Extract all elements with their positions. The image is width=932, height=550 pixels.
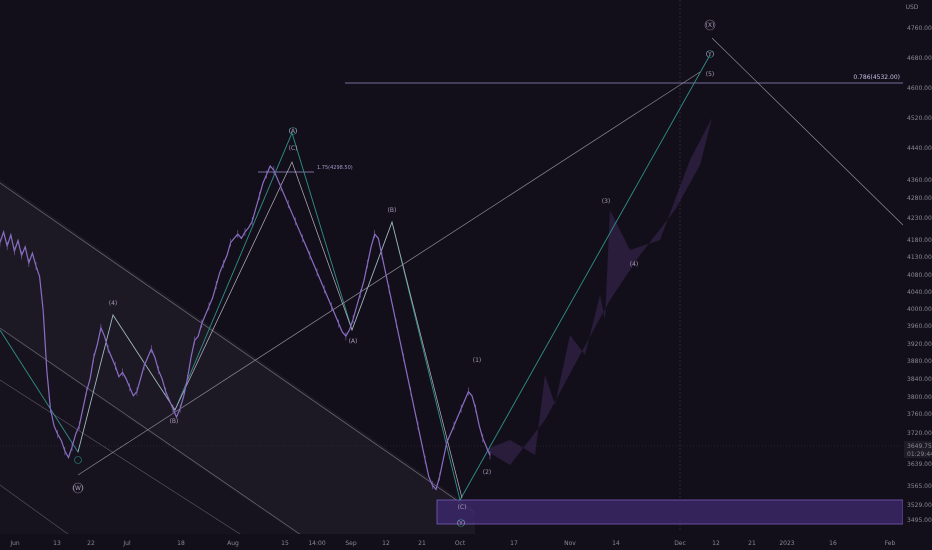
y-tick-7: 3800.00 — [907, 394, 932, 401]
x-tick-8: Sep — [345, 540, 357, 547]
y-tick-2: 3565.00 — [907, 483, 932, 490]
wave-label-w: (W) — [73, 485, 84, 492]
fib-label-175: 1.75(4298.50) — [317, 165, 353, 171]
x-tick-6: 15 — [281, 540, 289, 547]
support-zone — [436, 499, 904, 525]
y-tick-21: 4520.00 — [907, 115, 932, 122]
x-tick-12: 17 — [510, 540, 518, 547]
wave-label-2: (2) — [483, 469, 492, 476]
wave-label-1: (1) — [473, 357, 482, 364]
wave-label-y-low: (Y) — [457, 520, 465, 527]
x-tick-1: 13 — [53, 540, 61, 547]
y-tick-14: 4080.00 — [907, 272, 932, 279]
y-tick-24: 4760.00 — [907, 25, 932, 32]
x-tick-17: 21 — [748, 540, 756, 547]
x-tick-14: 14 — [612, 540, 620, 547]
price-chart[interactable]: (A) (C) (B) (A) (B) (C) (4) (W) (3) (4) (2) (1) (5) (… — [0, 0, 932, 550]
x-tick-11: Oct — [455, 540, 466, 547]
wave-label-4-jun: (4) — [109, 300, 118, 307]
y-tick-15: 4130.00 — [907, 254, 932, 261]
wave-label-a-top: (A) — [289, 128, 298, 135]
y-tick-8: 3840.00 — [907, 376, 932, 383]
y-tick-0: 3495.00 — [907, 517, 932, 524]
y-tick-5: 3720.00 — [907, 430, 932, 437]
fib-label-0786: 0.786(4532.00) — [853, 74, 900, 81]
x-tick-9: 12 — [382, 540, 390, 547]
x-tick-13: Nov — [564, 540, 576, 547]
wave-label-c-oct: (C) — [458, 504, 467, 511]
wave-label-4-proj: (4) — [630, 261, 639, 268]
y-tick-19: 4360.00 — [907, 177, 932, 184]
x-tick-10: 21 — [418, 540, 426, 547]
y-tick-17: 4230.00 — [907, 215, 932, 222]
x-tick-7: 14:00 — [308, 540, 325, 547]
y-tick-9: 3880.00 — [907, 358, 932, 365]
y-tick-6: 3760.00 — [907, 411, 932, 418]
x-tick-15: Dec — [674, 540, 686, 547]
x-tick-2: 22 — [87, 540, 95, 547]
wave-label-y: (Y) — [706, 51, 714, 58]
chart-stage: (A) (C) (B) (A) (B) (C) (4) (W) (3) (4) (2) (1) (5) (… — [0, 0, 932, 550]
x-tick-18: 2023 — [779, 540, 794, 547]
wave-label-a-sep: (A) — [349, 338, 358, 345]
wave-label-3-proj: (3) — [602, 198, 611, 205]
y-tick-18: 4280.00 — [907, 195, 932, 202]
x-tick-16: 12 — [712, 540, 720, 547]
countdown-label: 01:29:44 — [907, 451, 932, 458]
y-tick-22: 4600.00 — [907, 85, 932, 92]
y-tick-11: 3960.00 — [907, 323, 932, 330]
y-tick-16: 4180.00 — [907, 237, 932, 244]
wave-label-b-jul: (B) — [170, 418, 179, 425]
x-tick-20: Feb — [885, 540, 896, 547]
marker-price-label: 3639.00 — [907, 461, 932, 468]
x-tick-4: 18 — [177, 540, 185, 547]
y-tick-13: 4040.00 — [907, 289, 932, 296]
wave-label-x: (X) — [706, 22, 715, 29]
y-tick-1: 3529.00 — [907, 502, 932, 509]
y-tick-23: 4680.00 — [907, 55, 932, 62]
x-tick-19: 16 — [829, 540, 837, 547]
y-tick-12: 4000.00 — [907, 306, 932, 313]
y-axis-currency: USD — [906, 4, 919, 11]
wave-label-5: (5) — [706, 71, 715, 78]
y-tick-20: 4440.00 — [907, 145, 932, 152]
y-tick-10: 3920.00 — [907, 341, 932, 348]
x-tick-3: Jul — [122, 540, 131, 547]
last-price-label: 3649.75 — [907, 443, 932, 450]
x-tick-5: Aug — [227, 540, 239, 547]
wave-label-b-sep: (B) — [388, 207, 397, 214]
x-tick-0: Jun — [9, 540, 20, 547]
wave-label-c-top: (C) — [289, 145, 298, 152]
